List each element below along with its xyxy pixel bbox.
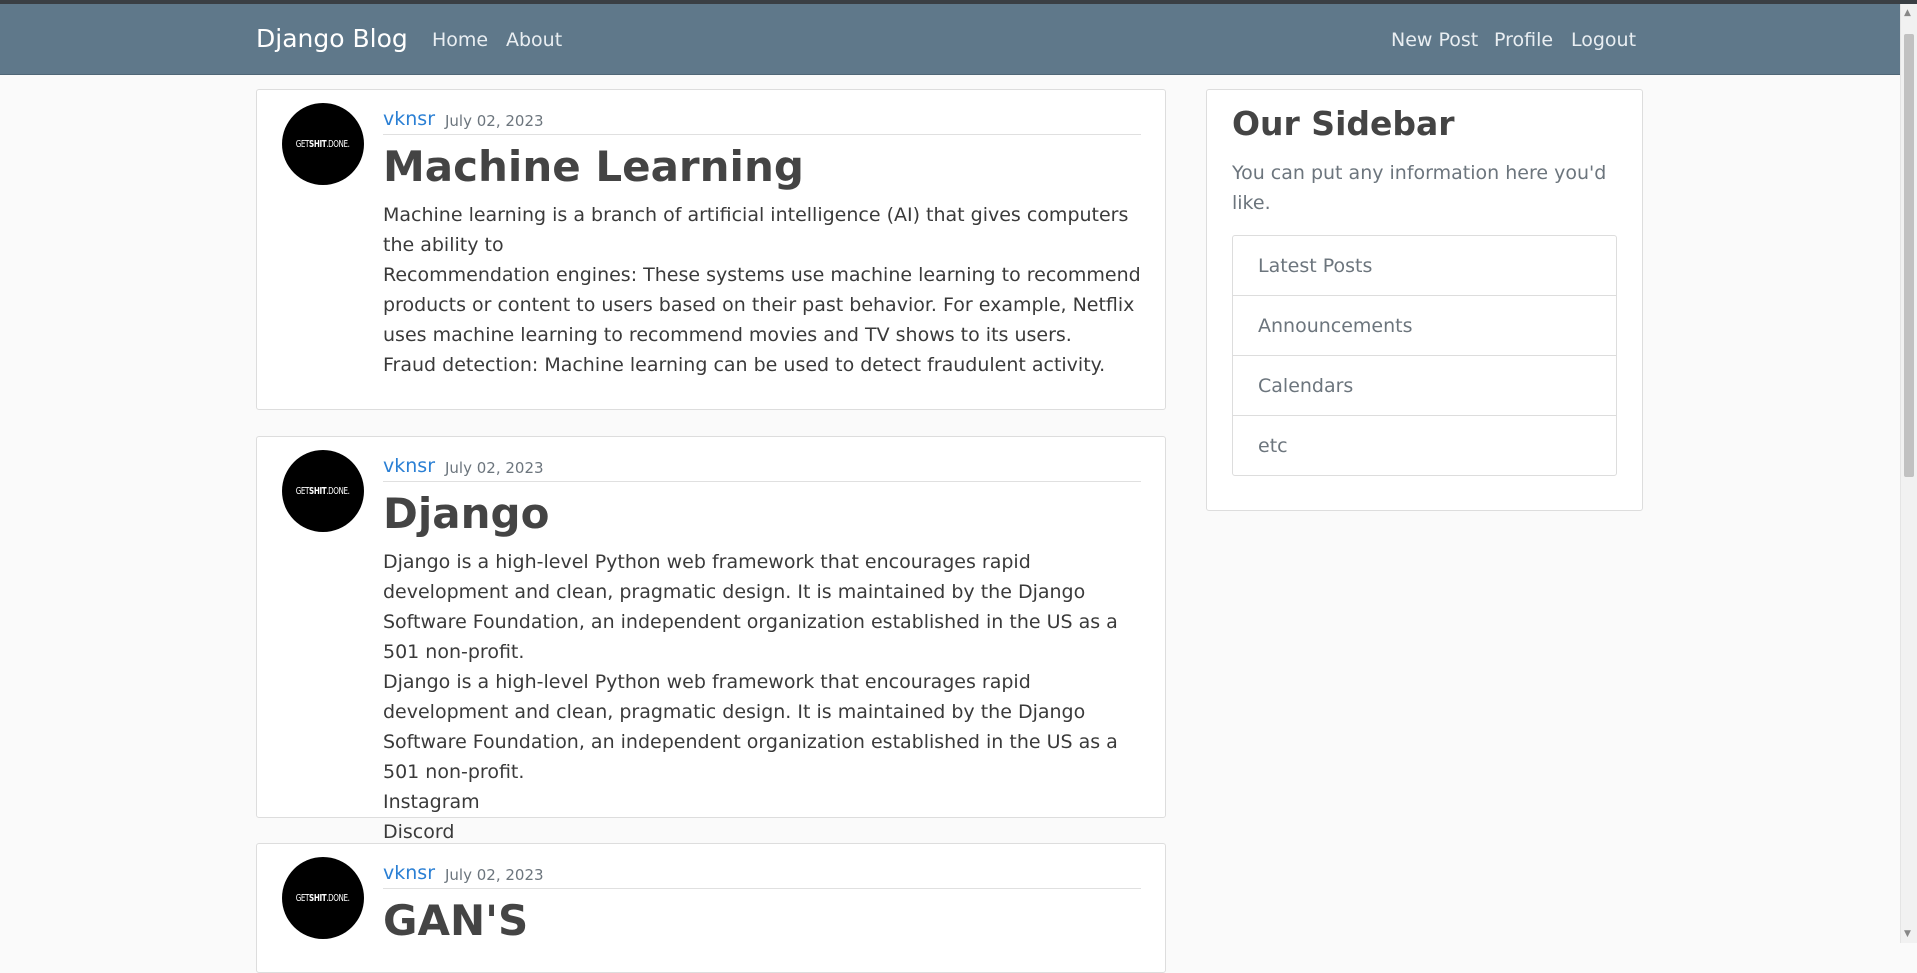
nav-new-post-link[interactable]: New Post <box>1391 29 1478 51</box>
post-date: July 02, 2023 <box>445 112 544 130</box>
avatar-logo-text: GETSHIT.DONE. <box>296 138 350 150</box>
post-date: July 02, 2023 <box>445 866 544 884</box>
avatar-logo-text: GETSHIT.DONE. <box>296 485 350 497</box>
scroll-down-arrow-icon[interactable]: ▼ <box>1904 929 1911 939</box>
post-content: Machine learning is a branch of artifici… <box>383 200 1145 380</box>
page-scrollbar[interactable]: ▲ ▼ <box>1900 4 1917 943</box>
sidebar-description: You can put any information here you'd l… <box>1232 162 1607 214</box>
post-date: July 02, 2023 <box>445 459 544 477</box>
author-avatar: GETSHIT.DONE. <box>282 103 364 185</box>
post-paragraph: Fraud detection: Machine learning can be… <box>383 354 1106 376</box>
scrollbar-thumb[interactable] <box>1904 34 1914 477</box>
post-card: GETSHIT.DONE. vknsr July 02, 2023 Machin… <box>256 89 1166 410</box>
sidebar-item-announcements[interactable]: Announcements <box>1233 296 1616 356</box>
author-avatar: GETSHIT.DONE. <box>282 450 364 532</box>
post-author-link[interactable]: vknsr <box>383 108 435 130</box>
sidebar-list: Latest Posts Announcements Calendars etc <box>1232 235 1617 476</box>
sidebar-item-etc[interactable]: etc <box>1233 416 1616 475</box>
post-meta: vknsr July 02, 2023 <box>383 455 1141 482</box>
avatar-logo-text: GETSHIT.DONE. <box>296 892 350 904</box>
nav-about-link[interactable]: About <box>506 29 562 51</box>
post-card: GETSHIT.DONE. vknsr July 02, 2023 Django… <box>256 436 1166 843</box>
post-author-link[interactable]: vknsr <box>383 862 435 884</box>
scroll-up-arrow-icon[interactable]: ▲ <box>1904 8 1911 18</box>
post-title-link[interactable]: GAN'S <box>383 896 528 946</box>
post-title-link[interactable]: Machine Learning <box>383 142 804 192</box>
post-meta: vknsr July 02, 2023 <box>383 108 1141 135</box>
sidebar-item-latest-posts[interactable]: Latest Posts <box>1233 236 1616 296</box>
post-card: GETSHIT.DONE. vknsr July 02, 2023 GAN'S <box>256 843 1166 973</box>
post-paragraph: Instagram <box>383 791 480 813</box>
post-paragraph: Django is a high-level Python web framew… <box>383 671 1118 783</box>
nav-logout-link[interactable]: Logout <box>1571 29 1636 51</box>
sidebar-title: Our Sidebar <box>1232 104 1455 143</box>
nav-profile-link[interactable]: Profile <box>1494 29 1553 51</box>
post-content: Django is a high-level Python web framew… <box>383 547 1145 847</box>
post-title-link[interactable]: Django <box>383 489 549 539</box>
sidebar: Our Sidebar You can put any information … <box>1206 89 1643 511</box>
post-paragraph: Machine learning is a branch of artifici… <box>383 204 1129 256</box>
navbar: Django Blog Home About New Post Profile … <box>0 4 1917 75</box>
post-author-link[interactable]: vknsr <box>383 455 435 477</box>
brand-link[interactable]: Django Blog <box>256 24 408 53</box>
post-meta: vknsr July 02, 2023 <box>383 862 1141 889</box>
nav-home-link[interactable]: Home <box>432 29 488 51</box>
sidebar-item-calendars[interactable]: Calendars <box>1233 356 1616 416</box>
author-avatar: GETSHIT.DONE. <box>282 857 364 939</box>
post-paragraph: Recommendation engines: These systems us… <box>383 264 1141 346</box>
post-paragraph: Django is a high-level Python web framew… <box>383 551 1118 663</box>
